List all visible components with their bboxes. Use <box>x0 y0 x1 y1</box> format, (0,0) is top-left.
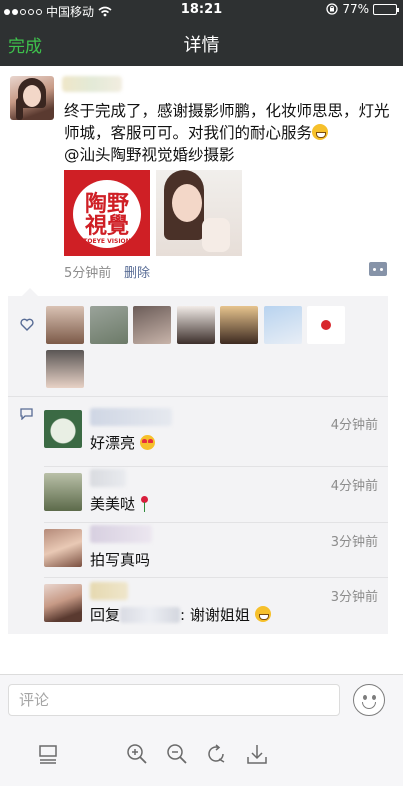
comment-text: 拍写真吗 <box>90 551 151 569</box>
emoji-mouth <box>362 702 376 709</box>
post-mention[interactable]: @汕头陶野视觉婚纱摄影 <box>64 146 235 164</box>
reply-target-name[interactable] <box>120 607 181 623</box>
zoom-out-icon[interactable] <box>165 742 189 766</box>
logo-circle: 陶野 視覺 TOEYE VISION <box>73 180 141 248</box>
comment-item: 3分钟前 拍写真吗 <box>8 523 388 579</box>
poster-name[interactable] <box>62 76 122 92</box>
post-body: 终于完成了，感谢摄影师鹏，化妆师思思，灯光师城，客服可可。对我们的耐心服务 <box>64 102 390 142</box>
delete-link[interactable]: 删除 <box>124 262 150 281</box>
feedback-panel: 4分钟前 好漂亮 4分钟前 美美哒 3分钟前 拍写真吗 3分钟前 回复 : 谢谢姐… <box>8 288 388 634</box>
emoji-eye <box>372 695 376 700</box>
grin-emoji <box>254 606 271 622</box>
comment-item: 4分钟前 美美哒 <box>8 467 388 523</box>
commenter-name[interactable] <box>90 582 128 600</box>
battery-percent: 77% <box>342 2 369 16</box>
logo-text: 陶野 視覺 <box>73 193 141 237</box>
like-avatar[interactable] <box>46 306 84 344</box>
commenter-avatar[interactable] <box>44 529 82 567</box>
like-avatar[interactable] <box>307 306 345 344</box>
comment-input[interactable] <box>8 684 340 716</box>
heart-eyes-emoji <box>139 435 155 450</box>
logo-line1: 陶野 <box>84 191 129 217</box>
rotate-icon[interactable] <box>205 742 229 766</box>
comment-body: 美美哒 <box>90 495 136 513</box>
post-time: 5分钟前 <box>64 266 112 281</box>
like-avatar[interactable] <box>177 306 215 344</box>
layout-icon[interactable] <box>36 742 60 766</box>
reply-prefix: 回复 <box>90 606 121 624</box>
battery-icon <box>373 3 399 15</box>
comment-icon <box>20 408 33 420</box>
comment-time: 4分钟前 <box>330 418 378 433</box>
reply-body: : 谢谢姐姐 <box>180 606 250 624</box>
comment-menu-icon[interactable] <box>369 262 387 276</box>
like-avatar[interactable] <box>220 306 258 344</box>
logo-subtitle: TOEYE VISION <box>83 238 131 245</box>
emoji-eye <box>363 695 367 700</box>
logo-line2: 視覺 <box>84 213 129 239</box>
bottom-toolbar <box>0 724 403 786</box>
grin-emoji <box>312 124 329 140</box>
poster-avatar[interactable] <box>10 76 54 120</box>
commenter-avatar[interactable] <box>44 584 82 622</box>
comment-time: 4分钟前 <box>330 479 378 494</box>
comment-text: 回复 : 谢谢姐姐 <box>90 604 271 625</box>
commenter-name[interactable] <box>90 408 172 426</box>
comment-text: 美美哒 <box>90 493 148 514</box>
rotation-lock-icon <box>326 3 338 15</box>
post-text: 终于完成了，感谢摄影师鹏，化妆师思思，灯光师城，客服可可。对我们的耐心服务 @汕… <box>64 100 394 166</box>
commenter-avatar[interactable] <box>44 473 82 511</box>
comment-time: 3分钟前 <box>330 590 378 605</box>
like-avatar[interactable] <box>133 306 171 344</box>
commenter-avatar[interactable] <box>44 410 82 448</box>
nav-bar: 完成 详情 <box>0 20 403 66</box>
post-image-portrait[interactable] <box>156 170 242 256</box>
comment-item: 3分钟前 回复 : 谢谢姐姐 <box>8 578 388 634</box>
comment-input-bar <box>0 674 403 724</box>
like-avatar[interactable] <box>46 350 84 388</box>
post-image-logo[interactable]: 陶野 視覺 TOEYE VISION <box>64 170 150 256</box>
commenter-name[interactable] <box>90 525 152 543</box>
comment-time: 3分钟前 <box>330 535 378 550</box>
commenter-name[interactable] <box>90 469 126 487</box>
download-icon[interactable] <box>245 742 269 766</box>
rose-emoji <box>140 496 148 512</box>
status-right: 77% <box>326 2 399 16</box>
zoom-in-icon[interactable] <box>125 742 149 766</box>
emoji-button[interactable] <box>353 684 385 716</box>
like-avatar[interactable] <box>90 306 128 344</box>
like-avatar[interactable] <box>264 306 302 344</box>
heart-outline-icon <box>20 318 34 331</box>
comment-item: 4分钟前 好漂亮 <box>8 396 388 456</box>
comment-body: 好漂亮 <box>90 434 136 452</box>
comment-text: 好漂亮 <box>90 432 155 453</box>
status-bar: 中国移动 18:21 77% <box>0 0 403 20</box>
page-title: 详情 <box>183 35 220 56</box>
